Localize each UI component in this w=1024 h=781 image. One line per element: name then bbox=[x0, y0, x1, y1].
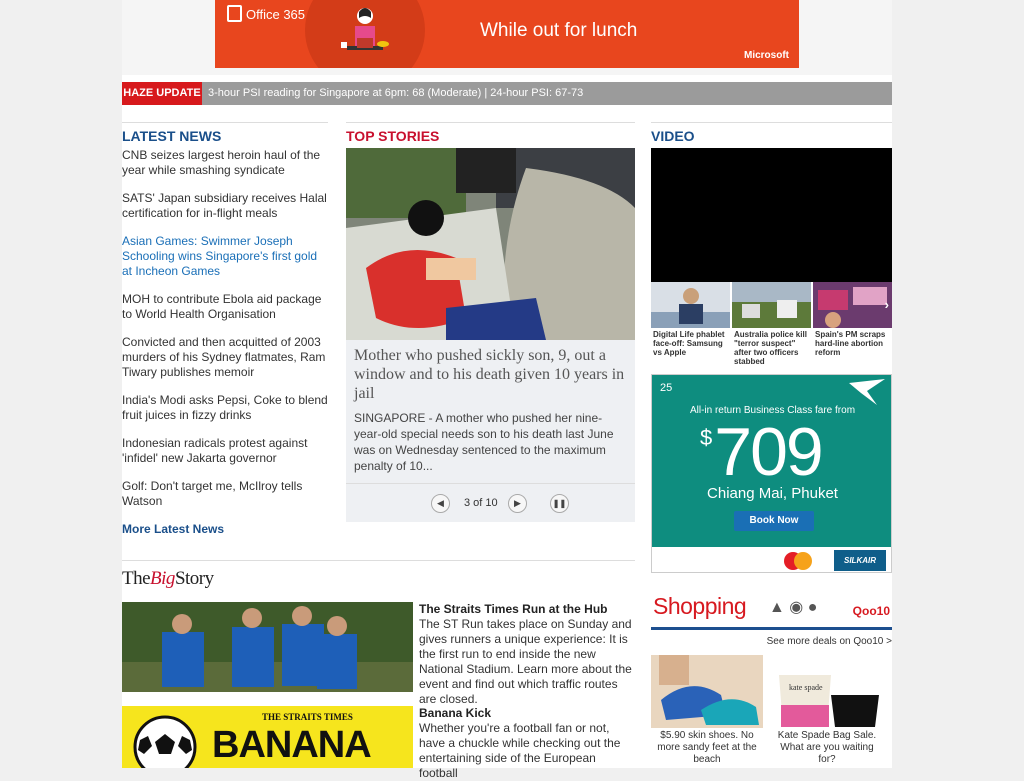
title-big: Big bbox=[150, 568, 175, 589]
pause-icon[interactable]: ❚❚ bbox=[550, 494, 569, 513]
football-icon bbox=[133, 715, 197, 768]
ad-footer: SILKAIR bbox=[652, 547, 891, 572]
list-item[interactable]: SATS' Japan subsidiary receives Halal ce… bbox=[122, 191, 328, 221]
shopping-item-image[interactable]: kate spade bbox=[771, 655, 883, 728]
book-now-button[interactable]: Book Now bbox=[734, 511, 814, 531]
shopping-bar bbox=[651, 627, 892, 630]
shopping-item-caption[interactable]: $5.90 skin shoes. No more sandy feet at … bbox=[651, 730, 763, 766]
big-story-blurb: Whether you're a football fan or not, ha… bbox=[419, 721, 621, 780]
anniversary-badge: 25 bbox=[660, 382, 673, 394]
big-story-item: Banana Kick Whether you're a football fa… bbox=[419, 706, 637, 781]
office-icon bbox=[227, 5, 242, 22]
title-story: Story bbox=[174, 568, 214, 589]
video-title: VIDEO bbox=[651, 128, 695, 144]
haze-text[interactable]: 3-hour PSI reading for Singapore at 6pm:… bbox=[208, 82, 583, 105]
video-caption[interactable]: Australia police kill "terror suspect" a… bbox=[734, 330, 814, 366]
kate-spade-bag-image: kate spade bbox=[771, 655, 883, 728]
see-more-deals-link[interactable]: See more deals on Qoo10 > bbox=[767, 636, 892, 647]
list-item[interactable]: Convicted and then acquitted of 2003 mur… bbox=[122, 335, 328, 380]
big-story-item: The Straits Times Run at the Hub The ST … bbox=[419, 602, 637, 707]
shopping-logo[interactable]: Shopping bbox=[653, 593, 747, 620]
top-story-photo[interactable] bbox=[346, 148, 635, 340]
divider bbox=[122, 560, 635, 561]
divider bbox=[651, 122, 892, 123]
big-story-image-banana-kick[interactable]: THE STRAITS TIMES BANANA KICK bbox=[122, 706, 413, 768]
list-item[interactable]: India's Modi asks Pepsi, Coke to blend f… bbox=[122, 393, 328, 423]
svg-text:kate spade: kate spade bbox=[789, 683, 823, 692]
top-story-card[interactable]: Mother who pushed sickly son, 9, out a w… bbox=[346, 340, 635, 522]
carousel-controls: ◀ 3 of 10 ▶ ❚❚ bbox=[346, 483, 635, 523]
chevron-right-icon[interactable]: › bbox=[885, 297, 889, 312]
video-caption[interactable]: Spain's PM scraps hard-line abortion ref… bbox=[815, 330, 895, 357]
shopping-item-image[interactable] bbox=[651, 655, 763, 728]
office365-banner-ad[interactable]: Office 365 While out for lunch Microsoft bbox=[215, 0, 799, 68]
latest-news-section: LATEST NEWS CNB seizes largest heroin ha… bbox=[122, 128, 328, 536]
big-story-headline[interactable]: Banana Kick bbox=[419, 706, 637, 721]
shopping-item-caption[interactable]: Kate Spade Bag Sale. What are you waitin… bbox=[771, 730, 883, 766]
top-story-summary: SINGAPORE - A mother who pushed her nine… bbox=[354, 411, 614, 473]
currency-symbol: $ bbox=[700, 425, 712, 450]
fare-price: $709 bbox=[700, 413, 824, 491]
destinations: Chiang Mai, Phuket bbox=[707, 485, 838, 502]
shoe-icon: ● bbox=[807, 599, 818, 616]
more-latest-news-link[interactable]: More Latest News bbox=[122, 522, 328, 536]
page: Office 365 While out for lunch Microsoft… bbox=[122, 0, 895, 780]
big-story-image-run[interactable] bbox=[122, 602, 413, 692]
office-worker-illustration bbox=[341, 8, 389, 50]
list-item[interactable]: MOH to contribute Ebola aid package to W… bbox=[122, 292, 328, 322]
price-value: 709 bbox=[714, 414, 823, 490]
thumbnail-image bbox=[813, 282, 892, 328]
bird-logo-icon bbox=[849, 379, 885, 405]
big-story-title: TheBigStory bbox=[122, 568, 214, 590]
video-caption[interactable]: Digital Life phablet face-off: Samsung v… bbox=[653, 330, 733, 357]
list-item[interactable]: CNB seizes largest heroin haul of the ye… bbox=[122, 148, 328, 178]
video-player[interactable] bbox=[651, 148, 892, 282]
skin-shoes-image bbox=[651, 655, 763, 728]
list-item[interactable]: Asian Games: Swimmer Joseph Schooling wi… bbox=[122, 234, 328, 279]
ad-tagline: While out for lunch bbox=[480, 20, 638, 41]
big-story-blurb: The ST Run takes place on Sunday and giv… bbox=[419, 617, 632, 706]
video-thumbnail[interactable] bbox=[651, 282, 730, 328]
prev-arrow-icon[interactable]: ◀ bbox=[431, 494, 450, 513]
silkair-logo: SILKAIR bbox=[834, 550, 886, 571]
list-item[interactable]: Golf: Don't target me, McIlroy tells Wat… bbox=[122, 479, 328, 509]
big-story-headline[interactable]: The Straits Times Run at the Hub bbox=[419, 602, 637, 617]
silkair-ad[interactable]: 25 All-in return Business Class fare fro… bbox=[651, 374, 892, 573]
latest-news-list: CNB seizes largest heroin haul of the ye… bbox=[122, 148, 328, 509]
office365-brand: Office 365 bbox=[246, 7, 306, 22]
latest-news-title: LATEST NEWS bbox=[122, 128, 222, 144]
banner-small-text: THE STRAITS TIMES bbox=[262, 712, 353, 722]
divider bbox=[346, 122, 635, 123]
title-the: The bbox=[122, 568, 151, 589]
car-scene-image bbox=[346, 148, 635, 340]
qoo10-logo[interactable]: Qoo10 bbox=[853, 604, 890, 618]
thumbnail-image bbox=[651, 282, 730, 328]
carousel-counter: 3 of 10 bbox=[464, 497, 498, 509]
haze-label: HAZE UPDATE bbox=[122, 82, 202, 105]
next-arrow-icon[interactable]: ▶ bbox=[508, 494, 527, 513]
office365-logo: Office 365 bbox=[227, 5, 305, 22]
video-thumbnail[interactable]: › bbox=[813, 282, 892, 328]
mastercard-icon bbox=[784, 552, 812, 570]
list-item[interactable]: Indonesian radicals protest against 'inf… bbox=[122, 436, 328, 466]
microsoft-label: Microsoft bbox=[744, 50, 789, 61]
video-thumbnail[interactable] bbox=[732, 282, 811, 328]
banner-big-text: BANANA KICK bbox=[212, 724, 370, 768]
top-story-headline[interactable]: Mother who pushed sickly son, 9, out a w… bbox=[354, 346, 629, 403]
camera-icon: ◉ bbox=[789, 599, 804, 616]
divider bbox=[122, 122, 328, 123]
video-thumbnails: › bbox=[651, 282, 892, 328]
shirt-icon: ▲ bbox=[769, 599, 785, 616]
top-ad-area: Office 365 While out for lunch Microsoft bbox=[122, 0, 892, 75]
shopping-icons: ▲ ◉ ● bbox=[769, 597, 817, 617]
thumbnail-image bbox=[732, 282, 811, 328]
top-stories-title: TOP STORIES bbox=[346, 128, 440, 144]
runners-image bbox=[122, 602, 413, 692]
haze-update-bar[interactable]: HAZE UPDATE 3-hour PSI reading for Singa… bbox=[122, 82, 892, 105]
